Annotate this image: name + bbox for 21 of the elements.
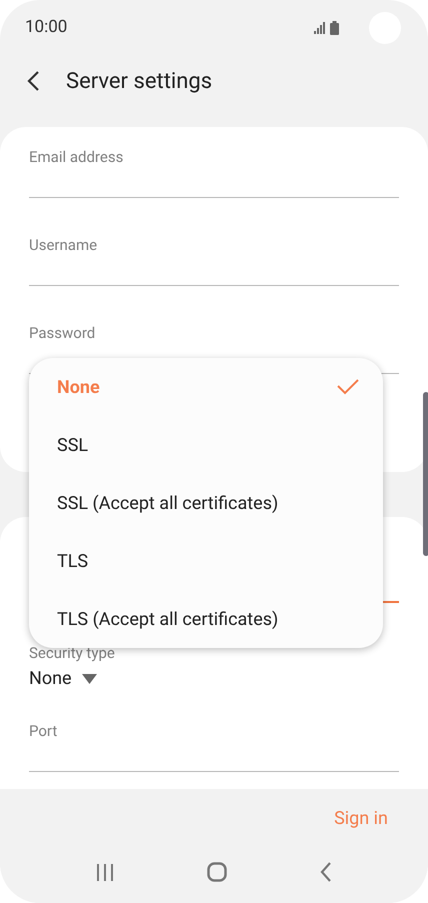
field-label: Email address: [29, 147, 124, 167]
field-underline[interactable]: [29, 285, 399, 286]
field-label: Username: [29, 235, 98, 255]
home-icon[interactable]: [206, 862, 227, 882]
check-icon: [337, 379, 359, 395]
status-time: 10:00: [25, 16, 68, 40]
signal-icon: [314, 22, 326, 34]
field-underline[interactable]: [29, 197, 399, 198]
field-label: Password: [29, 323, 96, 343]
field-underline[interactable]: [29, 771, 399, 772]
security-type-dropdown[interactable]: None: [29, 665, 97, 692]
battery-icon: [330, 21, 339, 35]
menu-option[interactable]: SSL: [29, 416, 383, 474]
menu-option[interactable]: TLS: [29, 532, 383, 590]
back-icon[interactable]: [320, 862, 332, 882]
recent-apps-icon[interactable]: [96, 864, 114, 880]
field-label: Port: [29, 721, 58, 741]
back-icon: [26, 70, 40, 92]
menu-option[interactable]: SSL (Accept all certificates): [29, 474, 383, 532]
dropdown-arrow-icon: [82, 674, 97, 684]
screen-title: Server settings: [66, 68, 212, 96]
